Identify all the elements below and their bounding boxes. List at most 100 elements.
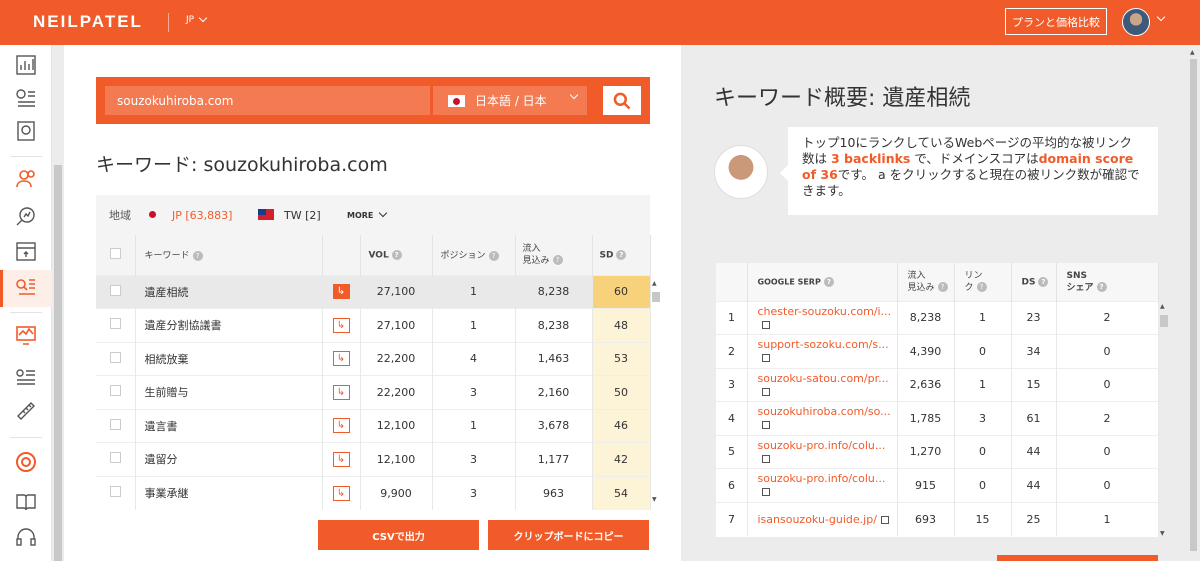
row-checkbox[interactable] bbox=[109, 418, 121, 430]
overview-action-button[interactable] bbox=[997, 555, 1158, 561]
table-row[interactable]: 遺産分割協議書 ↳ 27,100 1 8,238 48 bbox=[96, 308, 651, 342]
help-icon[interactable]: ? bbox=[192, 250, 203, 261]
column-header-sns[interactable]: SNS シェア bbox=[1067, 271, 1094, 293]
column-header-ds[interactable]: DS bbox=[1022, 277, 1036, 287]
table-row[interactable]: 遺産相続 ↳ 27,100 1 8,238 60 bbox=[96, 274, 651, 309]
scrollbar-thumb[interactable] bbox=[1190, 59, 1197, 551]
links-cell[interactable]: 15 bbox=[954, 501, 1012, 536]
external-link-icon[interactable] bbox=[761, 354, 770, 363]
monitor-chart-icon[interactable] bbox=[14, 323, 38, 347]
column-header-vol[interactable]: VOL bbox=[369, 250, 389, 260]
row-checkbox[interactable] bbox=[109, 351, 121, 363]
headset-icon[interactable] bbox=[14, 525, 38, 549]
page-scrollbar[interactable] bbox=[52, 45, 64, 561]
search-chart-icon[interactable] bbox=[14, 205, 38, 229]
table-row[interactable]: 事業承継 ↳ 9,900 3 963 54 bbox=[96, 475, 651, 510]
help-icon[interactable]: ? bbox=[391, 249, 402, 260]
list-icon[interactable] bbox=[14, 86, 38, 110]
open-keyword-icon[interactable]: ↳ bbox=[332, 451, 350, 467]
keyword-cell[interactable]: 遺留分 bbox=[135, 442, 323, 476]
links-cell[interactable]: 1 bbox=[954, 367, 1012, 402]
users-icon[interactable] bbox=[14, 167, 38, 191]
column-header-sd[interactable]: SD bbox=[600, 250, 614, 260]
serp-scrollbar[interactable]: ▲ ▼ bbox=[1158, 303, 1170, 537]
help-icon[interactable]: ? bbox=[616, 249, 627, 260]
chevron-down-icon[interactable] bbox=[1156, 12, 1166, 22]
scroll-up-icon[interactable]: ▲ bbox=[1190, 49, 1195, 56]
scroll-down-icon[interactable]: ▼ bbox=[652, 496, 657, 503]
plan-pricing-button[interactable]: プランと価格比較 bbox=[1005, 8, 1107, 35]
search-button[interactable] bbox=[603, 86, 641, 115]
table-scrollbar[interactable]: ▲ ▼ bbox=[650, 280, 662, 503]
links-cell[interactable]: 1 bbox=[954, 300, 1012, 335]
column-header-traffic[interactable]: 流入 見込み bbox=[908, 271, 935, 293]
column-header-position[interactable]: ポジション bbox=[441, 251, 486, 261]
serp-url-link[interactable]: souzoku-pro.info/colu... bbox=[758, 439, 886, 452]
row-checkbox[interactable] bbox=[109, 318, 121, 330]
links-cell[interactable]: 3 bbox=[954, 401, 1012, 435]
ruler-icon[interactable] bbox=[14, 399, 38, 423]
brand-logo[interactable]: NEILPATEL bbox=[33, 12, 143, 32]
open-keyword-icon[interactable]: ↳ bbox=[332, 418, 350, 434]
external-link-icon[interactable] bbox=[761, 320, 770, 329]
help-icon[interactable]: ? bbox=[552, 255, 563, 266]
links-cell[interactable]: 0 bbox=[954, 334, 1012, 368]
row-checkbox[interactable] bbox=[109, 284, 121, 296]
column-header-traffic[interactable]: 流入 見込み bbox=[523, 244, 550, 266]
export-csv-button[interactable]: CSVで出力 bbox=[318, 520, 479, 550]
analytics-icon[interactable] bbox=[14, 53, 38, 77]
settings-list-icon[interactable] bbox=[14, 365, 38, 389]
links-cell[interactable]: 0 bbox=[954, 468, 1012, 502]
keyword-list-icon[interactable] bbox=[14, 275, 38, 299]
help-icon[interactable]: ? bbox=[1096, 282, 1107, 293]
table-row[interactable]: 遺留分 ↳ 12,100 3 1,177 42 bbox=[96, 442, 651, 476]
page-scrollbar[interactable]: ▲ bbox=[1187, 45, 1200, 561]
external-link-icon[interactable] bbox=[761, 387, 770, 396]
region-tw[interactable]: TW [2] bbox=[284, 209, 321, 222]
select-all-checkbox[interactable] bbox=[109, 247, 121, 259]
row-checkbox[interactable] bbox=[109, 486, 121, 497]
keyword-cell[interactable]: 事業承継 bbox=[135, 475, 323, 510]
keyword-cell[interactable]: 遺産分割協議書 bbox=[135, 308, 323, 342]
avatar[interactable] bbox=[1122, 8, 1150, 36]
scrollbar-thumb[interactable] bbox=[54, 165, 62, 561]
external-link-icon[interactable] bbox=[761, 488, 770, 497]
links-cell[interactable]: 0 bbox=[954, 434, 1012, 469]
keyword-cell[interactable]: 生前贈与 bbox=[135, 375, 323, 409]
scroll-up-icon[interactable]: ▲ bbox=[652, 280, 657, 287]
serp-url-link[interactable]: souzoku-pro.info/colu... bbox=[758, 472, 886, 485]
help-icon[interactable]: ? bbox=[937, 282, 948, 293]
column-header-keyword[interactable]: キーワード bbox=[145, 251, 190, 261]
row-checkbox[interactable] bbox=[109, 452, 121, 464]
scrollbar-thumb[interactable] bbox=[1160, 315, 1168, 327]
table-row[interactable]: 相続放棄 ↳ 22,200 4 1,463 53 bbox=[96, 341, 651, 376]
help-icon[interactable]: ? bbox=[1038, 276, 1049, 287]
serp-url-link[interactable]: support-sozoku.com/s... bbox=[758, 338, 889, 351]
lifebuoy-icon[interactable] bbox=[14, 450, 38, 474]
help-icon[interactable]: ? bbox=[976, 282, 987, 293]
help-icon[interactable]: ? bbox=[823, 276, 834, 287]
keyword-cell[interactable]: 遺産相続 bbox=[135, 274, 323, 309]
help-icon[interactable]: ? bbox=[488, 250, 499, 261]
table-row[interactable]: 生前贈与 ↳ 22,200 3 2,160 50 bbox=[96, 375, 651, 409]
column-header-serp[interactable]: GOOGLE SERP bbox=[758, 277, 821, 286]
open-keyword-icon[interactable]: ↳ bbox=[332, 485, 350, 501]
region-jp[interactable]: JP [63,883] bbox=[172, 209, 232, 222]
serp-url-link[interactable]: chester-souzoku.com/i... bbox=[758, 305, 892, 318]
calendar-icon[interactable] bbox=[14, 239, 38, 263]
open-keyword-icon[interactable]: ↳ bbox=[332, 351, 350, 367]
serp-url-link[interactable]: isansouzoku-guide.jp/ bbox=[758, 513, 877, 526]
scroll-up-icon[interactable]: ▲ bbox=[1160, 303, 1165, 310]
open-keyword-icon[interactable]: ↳ bbox=[332, 284, 350, 300]
serp-url-link[interactable]: souzokuhiroba.com/so... bbox=[758, 405, 891, 418]
keyword-cell[interactable]: 相続放棄 bbox=[135, 341, 323, 376]
open-keyword-icon[interactable]: ↳ bbox=[332, 384, 350, 400]
open-keyword-icon[interactable]: ↳ bbox=[332, 317, 350, 333]
region-selector[interactable]: JP bbox=[186, 13, 208, 25]
document-icon[interactable] bbox=[14, 119, 38, 143]
external-link-icon[interactable] bbox=[880, 515, 889, 524]
row-checkbox[interactable] bbox=[109, 385, 121, 397]
language-selector[interactable]: 日本語 / 日本 bbox=[433, 86, 587, 115]
scrollbar-thumb[interactable] bbox=[652, 292, 660, 302]
external-link-icon[interactable] bbox=[761, 421, 770, 430]
